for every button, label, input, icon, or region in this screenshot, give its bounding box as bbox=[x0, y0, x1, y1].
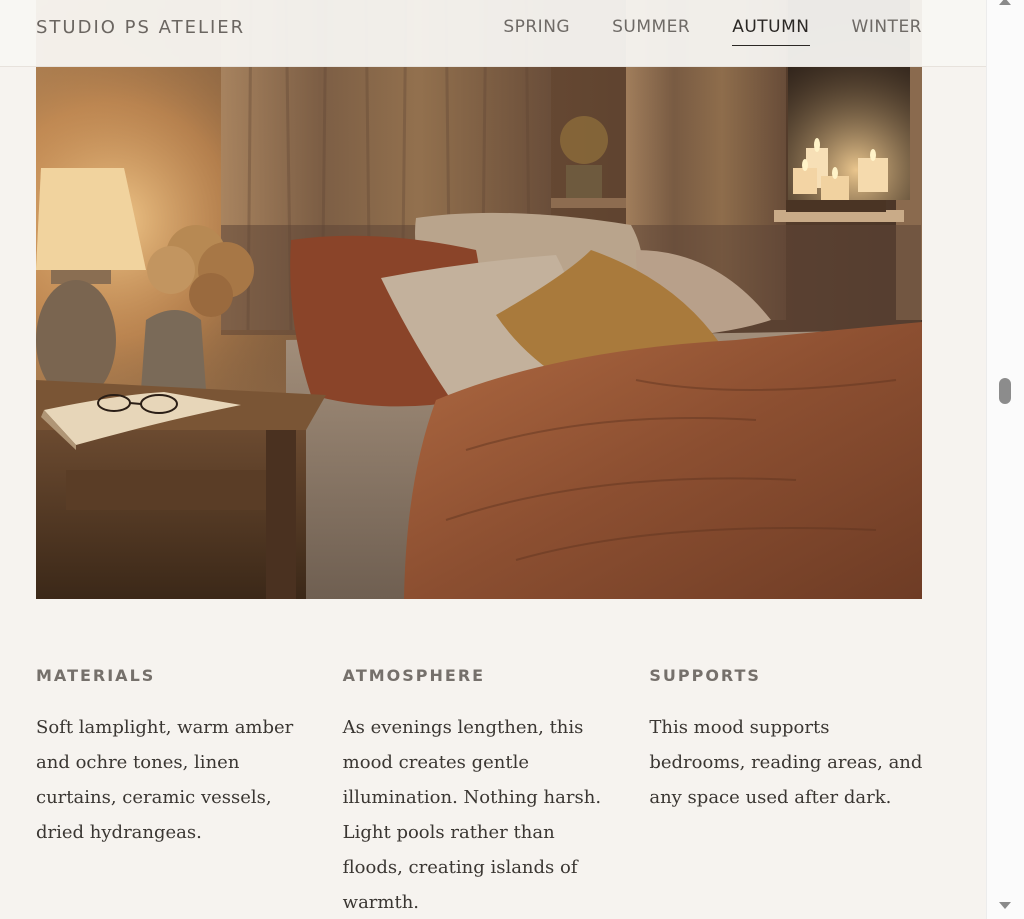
nav-winter[interactable]: WINTER bbox=[852, 17, 922, 46]
scroll-down-icon[interactable] bbox=[999, 902, 1011, 909]
atmosphere-heading: ATMOSPHERE bbox=[342, 666, 486, 685]
brand-logo[interactable]: STUDIO PS ATELIER bbox=[36, 17, 245, 38]
scroll-thumb[interactable] bbox=[999, 378, 1011, 404]
nav-summer[interactable]: SUMMER bbox=[612, 17, 690, 46]
season-nav: SPRING SUMMER AUTUMN WINTER bbox=[503, 17, 922, 46]
materials-text: Soft lamplight, warm amber and ochre ton… bbox=[36, 717, 294, 843]
nav-autumn[interactable]: AUTUMN bbox=[732, 17, 810, 46]
cozy-bedroom-illustration bbox=[36, 0, 922, 599]
scroll-up-icon[interactable] bbox=[999, 0, 1011, 5]
atmosphere-text: As evenings lengthen, this mood creates … bbox=[342, 717, 602, 913]
nav-spring[interactable]: SPRING bbox=[503, 17, 570, 46]
site-header: STUDIO PS ATELIER SPRING SUMMER AUTUMN W… bbox=[0, 0, 986, 67]
materials-heading: MATERIALS bbox=[36, 666, 156, 685]
vertical-scrollbar[interactable] bbox=[986, 0, 1024, 919]
supports-heading: SUPPORTS bbox=[649, 666, 761, 685]
supports-text: This mood supports bedrooms, reading are… bbox=[649, 717, 923, 808]
page: STUDIO PS ATELIER SPRING SUMMER AUTUMN W… bbox=[0, 0, 986, 919]
mood-details: MATERIALS Soft lamplight, warm amber and… bbox=[36, 664, 956, 919]
atmosphere-column: ATMOSPHERE As evenings lengthen, this mo… bbox=[343, 664, 650, 919]
materials-column: MATERIALS Soft lamplight, warm amber and… bbox=[36, 664, 343, 919]
hero-image bbox=[36, 0, 922, 599]
supports-column: SUPPORTS This mood supports bedrooms, re… bbox=[649, 664, 956, 919]
